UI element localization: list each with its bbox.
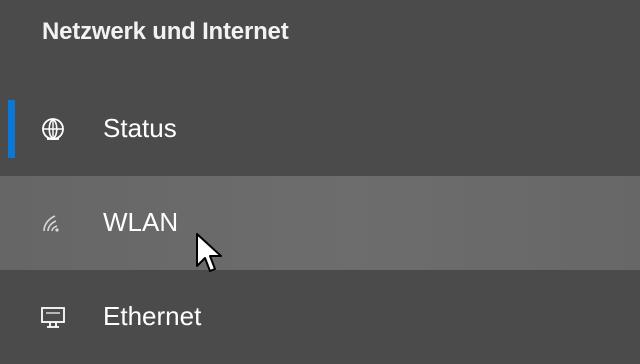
ethernet-icon <box>38 302 68 332</box>
nav-item-wlan[interactable]: WLAN <box>0 176 640 270</box>
settings-nav-panel: Netzwerk und Internet Status WLAN Ethern… <box>0 0 640 364</box>
nav-item-label-status: Status <box>103 112 177 143</box>
nav-item-label-wlan: WLAN <box>103 206 179 237</box>
wifi-icon <box>38 208 68 238</box>
globe-icon <box>38 114 68 144</box>
selected-indicator <box>8 100 15 158</box>
nav-item-status[interactable]: Status <box>0 82 640 176</box>
nav-item-label-ethernet: Ethernet <box>103 300 202 331</box>
nav-item-ethernet[interactable]: Ethernet <box>0 270 640 364</box>
section-title: Netzwerk und Internet <box>42 18 289 45</box>
